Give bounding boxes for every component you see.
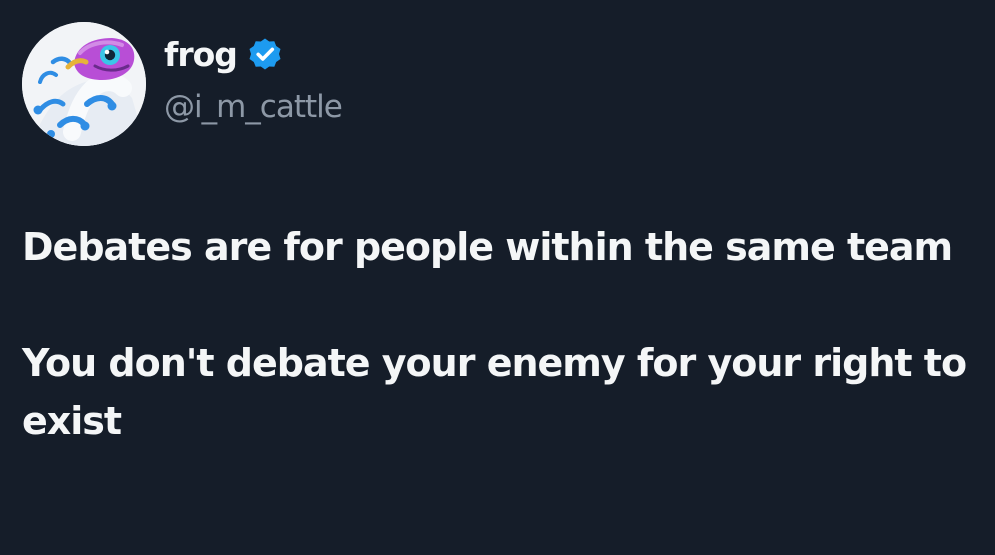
verified-badge-icon (249, 38, 281, 70)
tweet-text: Debates are for people within the same t… (22, 218, 972, 450)
avatar[interactable] (22, 22, 146, 146)
tweet-card: frog @i_m_cattle Debates are for people … (0, 0, 995, 555)
frog-avatar-icon (22, 22, 146, 146)
tweet-paragraph: Debates are for people within the same t… (22, 225, 953, 269)
tweet-paragraph: You don't debate your enemy for your rig… (22, 341, 967, 443)
username-handle[interactable]: @i_m_cattle (164, 92, 343, 123)
author-name-row: frog (164, 36, 283, 72)
display-name[interactable]: frog (164, 38, 238, 71)
